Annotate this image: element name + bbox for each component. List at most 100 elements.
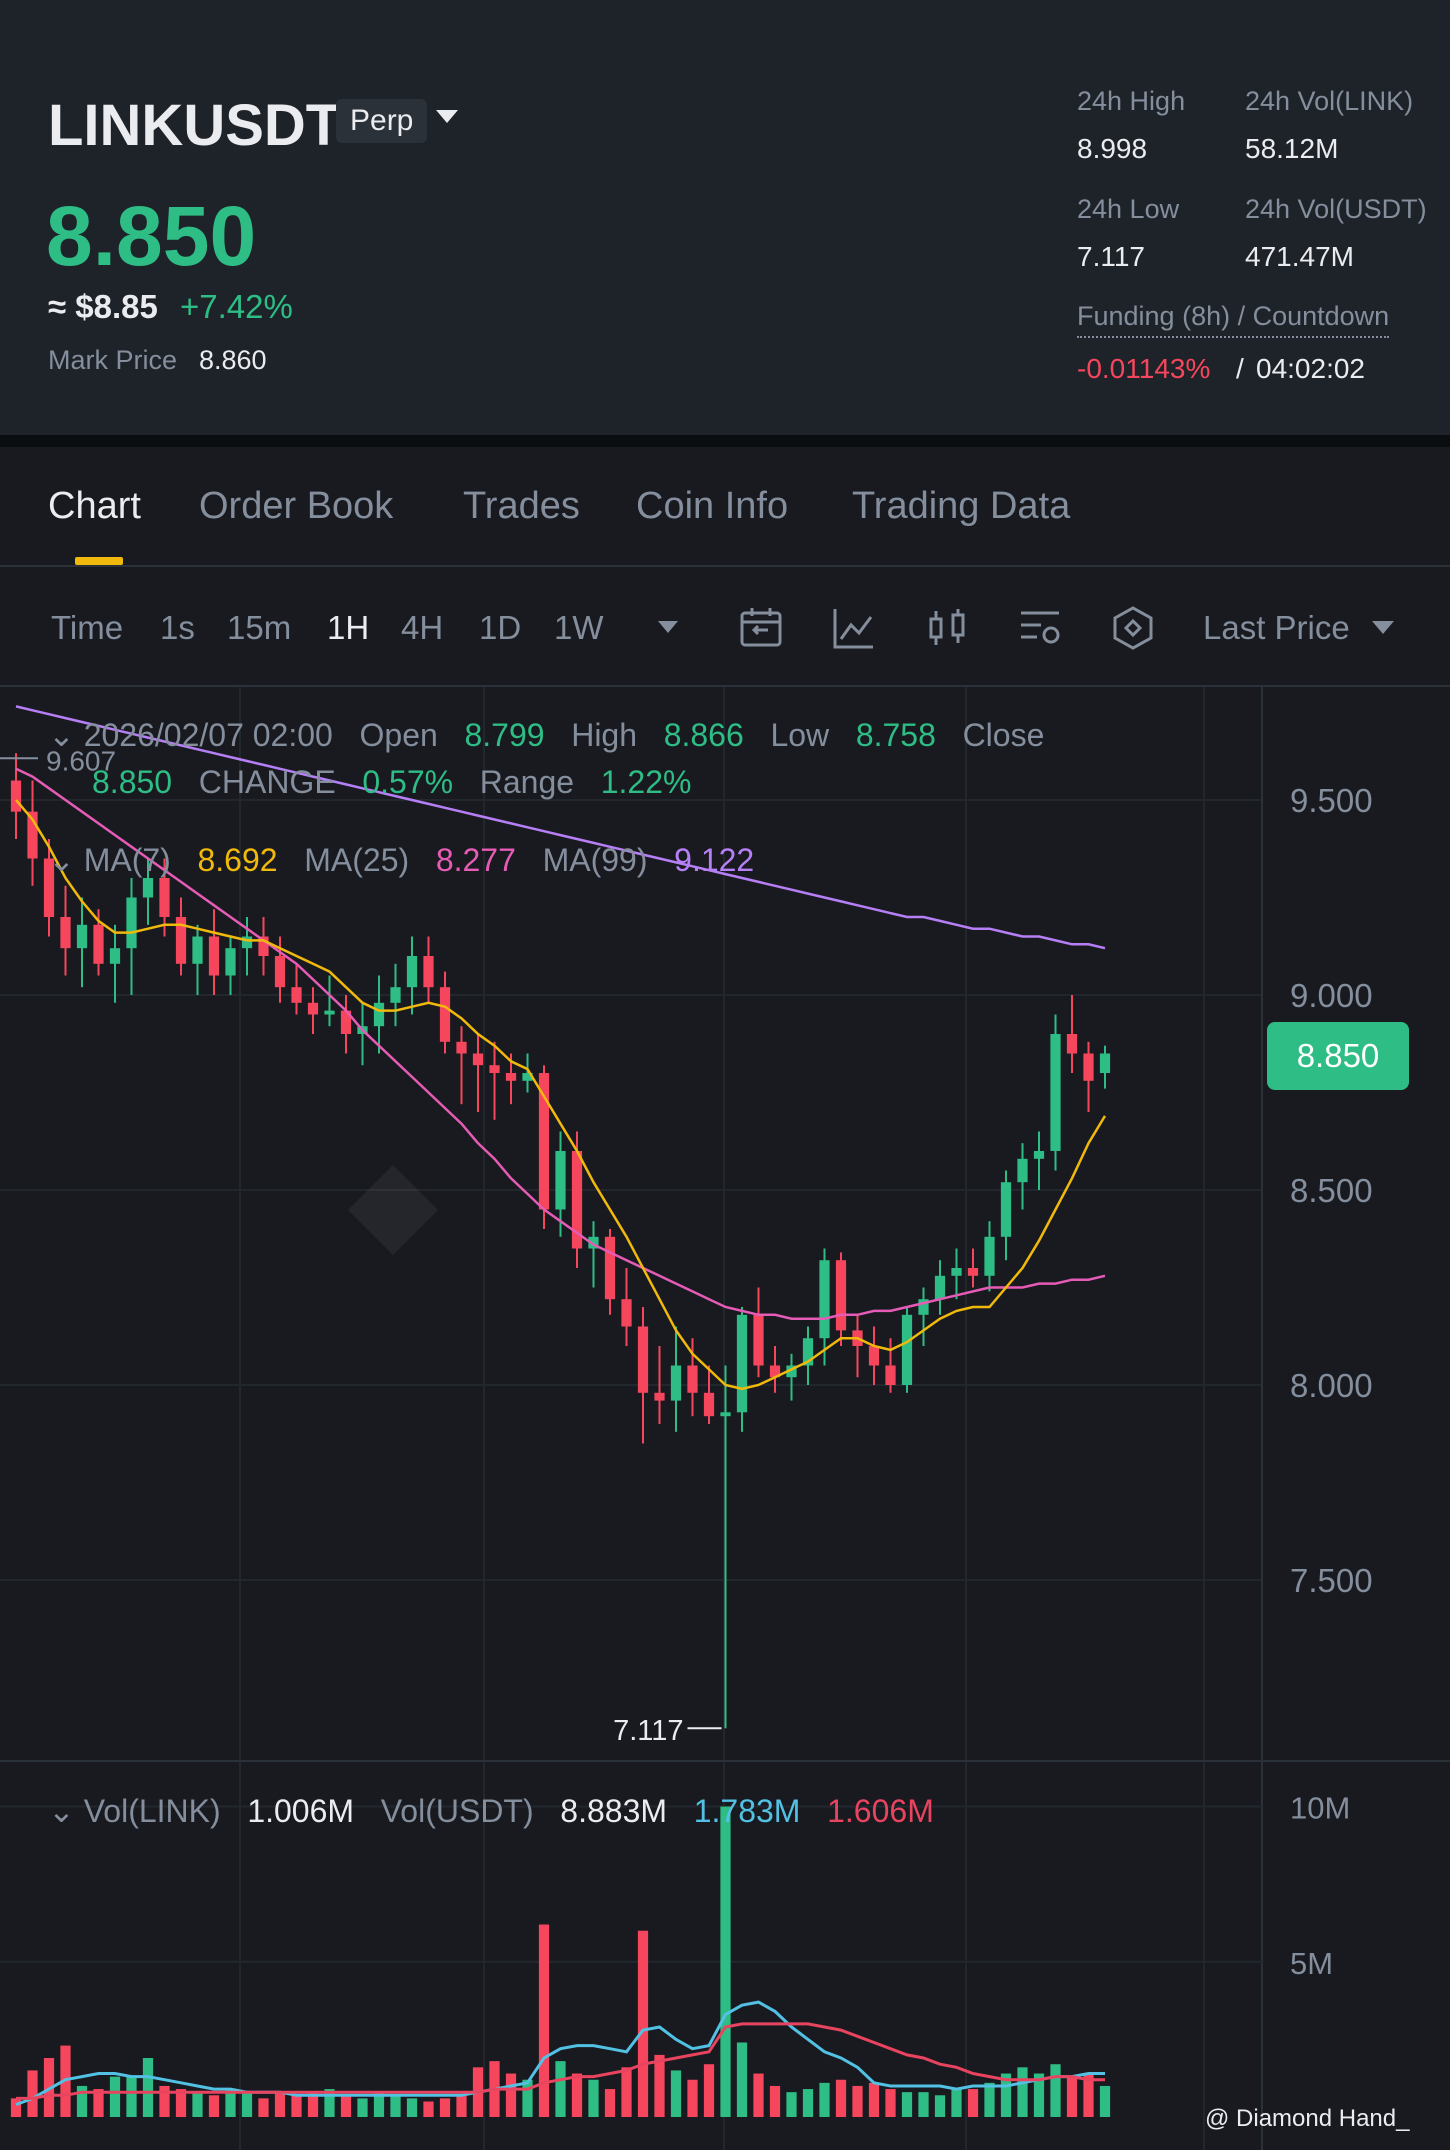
candle-body xyxy=(423,956,434,988)
candle-body xyxy=(984,1236,995,1276)
vol-link-value: 1.006M xyxy=(247,1793,355,1829)
collapse-chevron-icon[interactable]: ⌄ xyxy=(48,717,75,753)
volume-bar xyxy=(703,2064,715,2117)
price-source-dropdown-icon[interactable] xyxy=(1372,621,1394,634)
last-price: 8.850 xyxy=(46,189,257,283)
close-value: 8.850 xyxy=(92,764,173,800)
min-price-label: 7.117 xyxy=(613,1715,683,1747)
high-24h-value: 8.998 xyxy=(1077,133,1148,164)
price-axis-label: 7.500 xyxy=(1290,1562,1373,1599)
price-axis-label: 8.000 xyxy=(1290,1367,1373,1404)
candle-body xyxy=(456,1041,467,1054)
volume-bar xyxy=(1099,2085,1111,2117)
timeframe-4h[interactable]: 4H xyxy=(401,609,443,647)
candle-body xyxy=(901,1314,913,1385)
vol-link-24h-label: 24h Vol(LINK) xyxy=(1245,86,1414,116)
tab-order-book[interactable]: Order Book xyxy=(199,485,393,528)
usd-price: ≈ $8.85 xyxy=(48,288,158,325)
candle-body xyxy=(241,936,253,949)
candle-body xyxy=(208,936,220,976)
timeframe-time[interactable]: Time xyxy=(51,609,123,647)
volume-bar xyxy=(27,2070,38,2117)
volume-bar xyxy=(192,2092,203,2117)
candle-body xyxy=(109,948,121,964)
symbol-title[interactable]: LINKUSDT xyxy=(48,92,341,159)
tab-trades[interactable]: Trades xyxy=(463,485,580,528)
ma25-value: 8.277 xyxy=(435,842,516,878)
candle-body xyxy=(538,1073,550,1210)
more-timeframes-icon[interactable] xyxy=(658,621,678,633)
funding-countdown: 04:02:02 xyxy=(1256,353,1365,384)
depth-icon[interactable] xyxy=(1110,605,1156,651)
volume-bar xyxy=(819,2082,830,2117)
candle-body xyxy=(159,878,170,917)
timeframe-15m[interactable]: 15m xyxy=(227,609,291,647)
candle-body xyxy=(654,1392,665,1401)
candle-body xyxy=(819,1260,830,1339)
tab-trading-data[interactable]: Trading Data xyxy=(852,485,1070,528)
vol-usdt-24h-label: 24h Vol(USDT) xyxy=(1245,194,1427,224)
indicator-icon[interactable] xyxy=(831,605,877,651)
vol-link-24h-value: 58.12M xyxy=(1245,133,1339,164)
candle-body xyxy=(291,987,302,1003)
contract-type-badge[interactable]: Perp xyxy=(336,99,428,143)
candle-body xyxy=(967,1268,979,1276)
ma99-value: 9.122 xyxy=(674,842,755,878)
timeframe-1h[interactable]: 1H xyxy=(327,609,369,647)
ma7-value: 8.692 xyxy=(197,842,278,878)
vol-collapse-chevron-icon[interactable]: ⌄ xyxy=(48,1793,75,1829)
symbol-dropdown-icon[interactable] xyxy=(436,110,458,123)
volume-bar xyxy=(505,2073,517,2117)
candle-body xyxy=(505,1073,517,1081)
timeframe-1s[interactable]: 1s xyxy=(160,609,195,647)
change-info-row: 8.850 CHANGE 0.57% Range 1.22% xyxy=(92,764,691,801)
price-source-select[interactable]: Last Price xyxy=(1203,609,1350,647)
candle-body xyxy=(1017,1158,1028,1183)
funding-rate: -0.01143% xyxy=(1077,353,1211,384)
volume-axis-label: 5M xyxy=(1290,1946,1333,1981)
range-value: 1.22% xyxy=(600,764,692,800)
ma-collapse-chevron-icon[interactable]: ⌄ xyxy=(48,842,75,878)
volume-bar xyxy=(390,2095,401,2117)
volume-bar xyxy=(274,2092,286,2117)
tab-chart[interactable]: Chart xyxy=(48,485,141,528)
candle-body xyxy=(439,987,451,1042)
candle-body xyxy=(472,1053,484,1066)
volume-bar xyxy=(1017,2067,1028,2117)
volume-bar xyxy=(654,2054,665,2117)
funding-label[interactable]: Funding (8h) / Countdown xyxy=(1077,301,1390,338)
candle-body xyxy=(390,987,401,1003)
candle-body xyxy=(868,1346,880,1366)
candle-body xyxy=(687,1365,698,1393)
chart-toolbar: Time 1s 15m 1H 4H 1D 1W Last Price xyxy=(0,567,1450,687)
vol-usdt-label: Vol(USDT) xyxy=(380,1793,534,1829)
ticker-header: LINKUSDT Perp 8.850 ≈ $8.85 +7.42% Mark … xyxy=(0,0,1450,435)
candle-body xyxy=(10,780,22,812)
change-value: 0.57% xyxy=(362,764,454,800)
candlestick-chart[interactable]: 9.5009.0008.5008.0007.5009.6077.11710M5M xyxy=(0,687,1450,2150)
vol-link-label: Vol(LINK) xyxy=(83,1793,221,1829)
volume-bar xyxy=(604,2089,616,2117)
timeframe-1d[interactable]: 1D xyxy=(479,609,521,647)
volume-bar xyxy=(736,2042,748,2117)
price-axis-label: 9.000 xyxy=(1290,977,1373,1014)
volume-bar xyxy=(621,2067,632,2117)
ma99-label: MA(99) xyxy=(542,842,648,878)
candle-body xyxy=(307,1002,319,1015)
candle-body xyxy=(885,1365,896,1385)
volume-bar xyxy=(835,2079,847,2117)
volume-bar xyxy=(456,2095,467,2117)
candle-type-icon[interactable] xyxy=(924,605,970,651)
volume-bar xyxy=(208,2095,220,2117)
volume-bar xyxy=(439,2098,451,2117)
volume-bar xyxy=(670,2070,682,2117)
tab-coin-info[interactable]: Coin Info xyxy=(636,485,788,528)
funding-separator: / xyxy=(1236,353,1244,384)
volume-bar xyxy=(109,2076,121,2117)
timeframe-1w[interactable]: 1W xyxy=(554,609,604,647)
settings-icon[interactable] xyxy=(1017,605,1063,651)
volume-bar xyxy=(802,2089,814,2117)
calendar-icon[interactable] xyxy=(738,605,784,651)
candle-body xyxy=(1083,1053,1094,1081)
volume-bar xyxy=(126,2076,137,2117)
